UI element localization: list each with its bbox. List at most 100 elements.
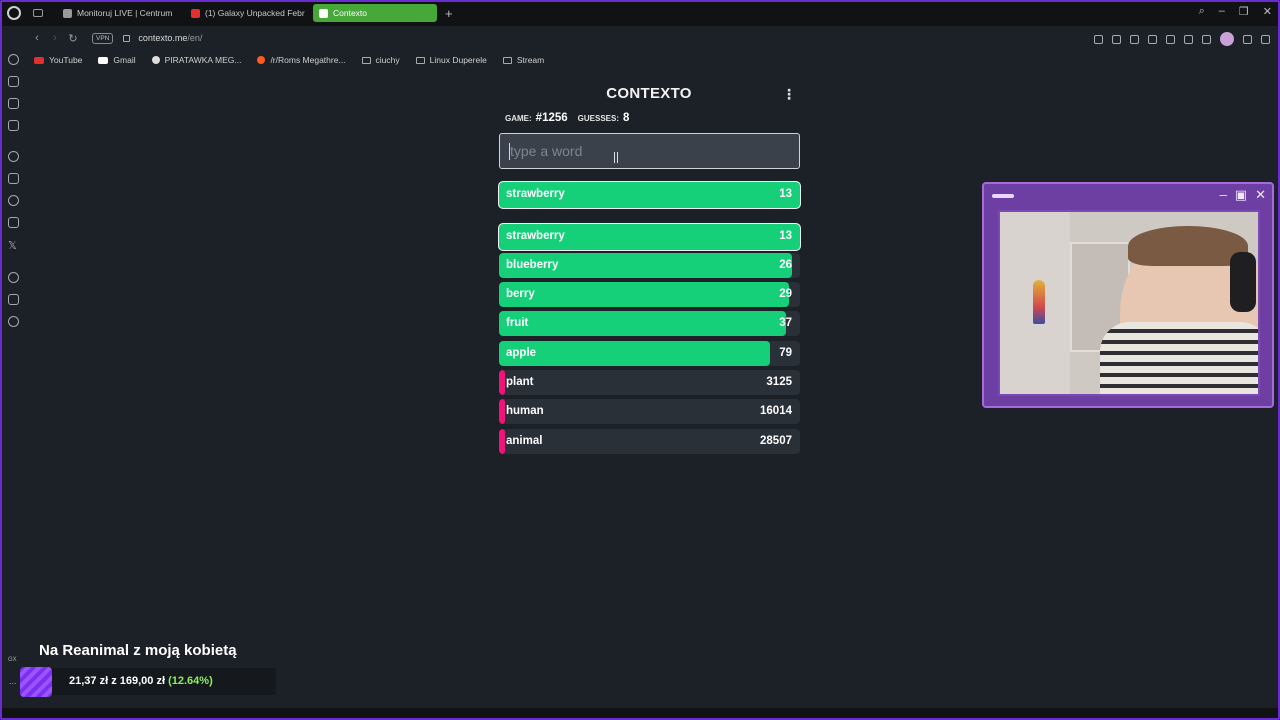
tab-label: (1) Galaxy Unpacked Febr <box>205 8 305 18</box>
player-icon[interactable] <box>8 98 19 109</box>
bookmark-label: /r/Roms Megathre... <box>270 55 346 65</box>
instagram-icon[interactable] <box>8 217 19 228</box>
url-path: /en/ <box>187 33 203 43</box>
extensions-icon[interactable] <box>1202 34 1211 44</box>
webcam-minimize-icon[interactable]: – <box>1220 187 1227 203</box>
guess-distance: 26 <box>779 259 792 271</box>
new-tab-plus-icon[interactable]: + <box>445 6 453 21</box>
distance-bar-fill <box>499 311 786 336</box>
tab-workspaces-icon[interactable] <box>33 9 43 17</box>
bookmark-gmail[interactable]: Gmail <box>98 55 136 65</box>
donation-goal-title: Na Reanimal z moją kobietą <box>39 642 237 659</box>
back-arrow-icon[interactable]: ‹ <box>28 32 46 44</box>
guess-word: berry <box>506 288 535 300</box>
webcam-maximize-icon[interactable]: ▣ <box>1235 187 1247 203</box>
word-input[interactable] <box>499 133 800 169</box>
webcam-close-icon[interactable]: ✕ <box>1255 187 1266 203</box>
bookmark-folder-stream[interactable]: Stream <box>502 55 544 65</box>
taskbar-strip <box>0 708 1280 720</box>
play-icon[interactable] <box>1166 34 1175 44</box>
assistant-icon[interactable] <box>8 76 19 87</box>
browser-tab-bar: Monitoruj LIVE | Centrum (1) Galaxy Unpa… <box>0 0 1280 26</box>
guess-row: apple 79 <box>499 341 800 366</box>
chatgpt-icon[interactable] <box>8 151 19 162</box>
shield-icon[interactable] <box>1130 34 1139 44</box>
folder-icon <box>361 56 371 64</box>
donation-separator: z <box>111 675 117 687</box>
donation-percent: (12.64%) <box>168 675 213 687</box>
minimize-window-icon[interactable]: – <box>1219 5 1225 18</box>
settings-gear-icon[interactable] <box>8 316 19 327</box>
guess-row: fruit 37 <box>499 311 800 336</box>
tab-contexto[interactable]: Contexto <box>313 4 437 22</box>
bookmark-youtube[interactable]: YouTube <box>34 55 82 65</box>
close-window-icon[interactable]: ✕ <box>1263 5 1272 18</box>
search-tabs-icon[interactable]: ⌕ <box>1199 5 1205 18</box>
tab-monitoruj[interactable]: Monitoruj LIVE | Centrum <box>57 4 181 22</box>
restore-window-icon[interactable]: ❐ <box>1239 5 1249 18</box>
downloads-icon[interactable] <box>1243 34 1252 44</box>
bookmark-piratawka[interactable]: PIRATAWKA MEG... <box>151 55 242 65</box>
striped-shirt <box>1100 322 1258 394</box>
guess-word: plant <box>506 376 534 388</box>
donation-amount: 21,37 zł z 169,00 zł (12.64%) <box>69 675 213 687</box>
aria-icon[interactable] <box>8 54 19 65</box>
distance-bar-fill <box>499 399 505 424</box>
pirate-icon <box>151 56 160 64</box>
gmail-icon <box>98 56 109 64</box>
game-info: GAME: #1256 GUESSES: 8 <box>505 112 635 124</box>
guess-distance: 13 <box>779 230 792 242</box>
guess-word: apple <box>506 347 537 359</box>
lava-lamp <box>1033 280 1045 324</box>
distance-bar-fill <box>499 370 505 395</box>
mail-icon[interactable] <box>8 120 19 131</box>
bookmark-icon[interactable] <box>1094 34 1103 44</box>
extensions-sidebar-icon[interactable] <box>8 294 19 305</box>
download-icon[interactable] <box>1148 34 1157 44</box>
game-number: #1256 <box>535 112 568 124</box>
reload-icon[interactable]: ↻ <box>64 32 82 45</box>
tab-label: Monitoruj LIVE | Centrum <box>77 8 173 18</box>
profile-avatar[interactable] <box>1220 32 1234 46</box>
more-dots-icon[interactable]: ... <box>9 676 17 686</box>
bookmark-label: PIRATAWKA MEG... <box>164 55 242 65</box>
guess-row: strawberry 13 <box>498 223 801 251</box>
guess-distance: 3125 <box>766 376 792 388</box>
url-field[interactable]: contexto.me/en/ <box>138 33 202 43</box>
bookmark-folder-linux[interactable]: Linux Duperele <box>415 55 487 65</box>
lock-icon[interactable] <box>123 34 131 42</box>
contexto-favicon-icon <box>319 8 328 18</box>
tab-favicon-icon <box>63 8 72 18</box>
vpn-badge[interactable]: VPN <box>92 32 114 44</box>
guesses-label: GUESSES: <box>577 114 619 123</box>
bookmark-folder-ciuchy[interactable]: ciuchy <box>361 55 400 65</box>
youtube-icon <box>34 56 44 64</box>
twitch-icon[interactable] <box>8 173 19 184</box>
bookmark-label: Linux Duperele <box>429 55 487 65</box>
easy-setup-icon[interactable] <box>1261 34 1270 44</box>
distance-bar-fill <box>499 429 505 454</box>
heart-icon[interactable] <box>1184 34 1193 44</box>
guess-word: animal <box>506 435 543 447</box>
opera-sidebar: 𝕏 <box>0 48 28 708</box>
tab-youtube[interactable]: (1) Galaxy Unpacked Febr <box>185 4 309 22</box>
kebab-menu-icon[interactable]: ⋮ <box>782 86 796 103</box>
guess-distance: 79 <box>779 347 792 359</box>
donation-logo-icon <box>20 667 52 697</box>
snapshot-icon[interactable] <box>1112 34 1121 44</box>
distance-bar-fill <box>499 341 770 366</box>
bookmark-label: ciuchy <box>375 55 400 65</box>
guess-row: plant 3125 <box>499 370 800 395</box>
bookmark-label: YouTube <box>49 55 83 65</box>
distance-bar-fill <box>499 282 789 307</box>
opera-logo-icon[interactable] <box>7 6 21 20</box>
guess-word: strawberry <box>506 188 565 200</box>
forward-arrow-icon[interactable]: › <box>46 32 64 44</box>
webcam-title-bar: – ▣ ✕ <box>984 184 1272 208</box>
x-twitter-icon[interactable]: 𝕏 <box>8 239 19 252</box>
bookmark-roms[interactable]: /r/Roms Megathre... <box>257 55 346 65</box>
drag-handle[interactable] <box>992 194 1014 198</box>
guess-distance: 13 <box>779 188 792 200</box>
history-icon[interactable] <box>8 272 19 283</box>
messenger-icon[interactable] <box>8 195 19 206</box>
